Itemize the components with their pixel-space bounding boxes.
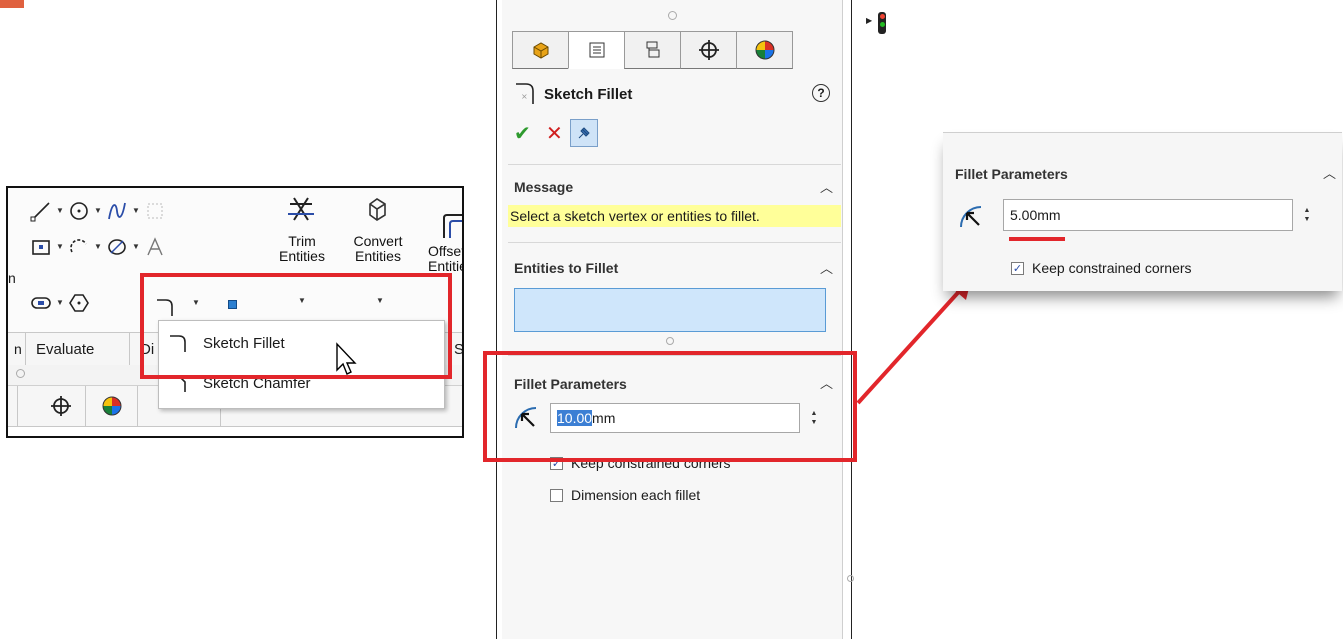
dropdown-arrow-icon[interactable]: ▼ (56, 298, 64, 307)
appearance-icon (755, 40, 774, 60)
convert-entities-button[interactable]: Convert Entities (344, 234, 412, 264)
highlight-box-parameters (483, 351, 857, 462)
property-manager-panel: × Sketch Fillet ? ✔ ✕ Message ︿ Select a… (496, 0, 854, 639)
message-text: Select a sketch vertex or entities to fi… (508, 205, 841, 227)
offset-entities-icon[interactable] (438, 212, 462, 242)
property-manager-icon (589, 42, 604, 58)
panel-tab-dimxpert[interactable] (36, 386, 86, 426)
value-underline (1009, 237, 1065, 241)
line-icon[interactable] (30, 200, 52, 222)
ok-button[interactable]: ✔ (514, 121, 531, 146)
cancel-button[interactable]: ✕ (546, 121, 563, 146)
polygon-icon[interactable] (68, 292, 90, 314)
svg-text:×: × (521, 92, 528, 101)
convert-entities-icon[interactable] (360, 194, 394, 224)
pushpin-icon (578, 127, 590, 139)
zoom-parameters-header: Fillet Parameters (955, 166, 1068, 182)
dropdown-arrow-icon[interactable]: ▼ (132, 206, 140, 215)
panel-tab-partial[interactable] (8, 386, 18, 426)
trim-entities-icon[interactable] (284, 194, 318, 224)
tab-display-manager[interactable] (736, 31, 793, 69)
callout-arrow (856, 276, 972, 405)
keep-constrained-checkbox[interactable]: ✓ (1011, 261, 1024, 275)
dimension-each-label: Dimension each fillet (571, 487, 701, 503)
dropdown-arrow-icon[interactable]: ▼ (56, 206, 64, 215)
offset-entities-button[interactable]: Offset Entities (428, 244, 462, 274)
dropdown-arrow-icon[interactable]: ▼ (56, 242, 64, 251)
dropdown-arrow-icon[interactable]: ▼ (94, 206, 102, 215)
divider (508, 242, 841, 243)
zoom-keep-constrained-row[interactable]: ✓ Keep constrained corners (1011, 260, 1192, 276)
zoomed-fillet-parameters: Fillet Parameters ︿ 5.00mm ▲ ▼ ✓ Keep con… (943, 132, 1342, 291)
collapse-chevron-icon[interactable]: ︿ (820, 177, 833, 196)
splitter-handle[interactable] (668, 11, 677, 20)
help-icon[interactable]: ? (812, 84, 830, 102)
zoom-radius-input[interactable]: 5.00mm (1003, 199, 1293, 231)
crosshair-icon (698, 40, 719, 60)
message-header: Message (514, 179, 574, 195)
traffic-light-icon (878, 12, 886, 34)
highlight-box-toolbar (140, 273, 452, 379)
resize-handle[interactable] (666, 337, 674, 345)
radius-icon (957, 203, 985, 234)
property-manager-body: × Sketch Fillet ? ✔ ✕ Message ︿ Select a… (502, 0, 843, 639)
dimension-each-row[interactable]: Dimension each fillet (550, 487, 700, 503)
arc-icon[interactable] (68, 236, 90, 258)
dot-icon (847, 575, 854, 582)
tab-feature-manager[interactable] (512, 31, 569, 69)
pushpin-button[interactable] (570, 119, 598, 147)
page-title: Sketch Fillet (544, 86, 633, 103)
sketch-fillet-icon: × (512, 80, 538, 109)
configuration-manager-icon (646, 41, 659, 58)
plane-icon (144, 200, 166, 222)
ellipse-icon[interactable] (106, 236, 128, 258)
trim-entities-button[interactable]: Trim Entities (270, 234, 334, 264)
appearance-icon (102, 396, 121, 416)
collapse-chevron-icon[interactable]: ︿ (820, 258, 833, 277)
manager-tabs (512, 31, 793, 69)
tab-partial[interactable]: n (8, 333, 26, 365)
slot-icon[interactable] (30, 292, 52, 314)
circle-icon[interactable] (68, 200, 90, 222)
tab-configuration-manager[interactable] (624, 31, 681, 69)
tab-dimxpert-manager[interactable] (680, 31, 737, 69)
keep-constrained-label: Keep constrained corners (1032, 260, 1192, 276)
text-icon[interactable] (144, 236, 166, 258)
dimension-each-checkbox[interactable] (550, 488, 563, 502)
tab-evaluate[interactable]: Evaluate (26, 333, 130, 365)
rectangle-icon[interactable] (30, 236, 52, 258)
spline-icon[interactable] (106, 200, 128, 222)
entities-header: Entities to Fillet (514, 260, 619, 276)
tab-property-manager[interactable] (568, 31, 625, 69)
expand-arrow-icon[interactable]: ▶ (866, 16, 872, 25)
dropdown-arrow-icon[interactable]: ▼ (94, 242, 102, 251)
dropdown-arrow-icon[interactable]: ▼ (132, 242, 140, 251)
divider (508, 164, 841, 165)
orange-accent-bar (0, 0, 24, 8)
crosshair-icon (50, 396, 71, 416)
radius-spinner[interactable]: ▲ ▼ (1299, 202, 1315, 228)
collapse-chevron-icon[interactable]: ︿ (1323, 163, 1336, 182)
dot-icon (16, 369, 25, 378)
entities-selection-box[interactable] (514, 288, 826, 332)
feature-manager-icon (533, 42, 548, 59)
panel-tab-appearance[interactable] (86, 386, 138, 426)
cut-off-label: n (8, 270, 16, 286)
